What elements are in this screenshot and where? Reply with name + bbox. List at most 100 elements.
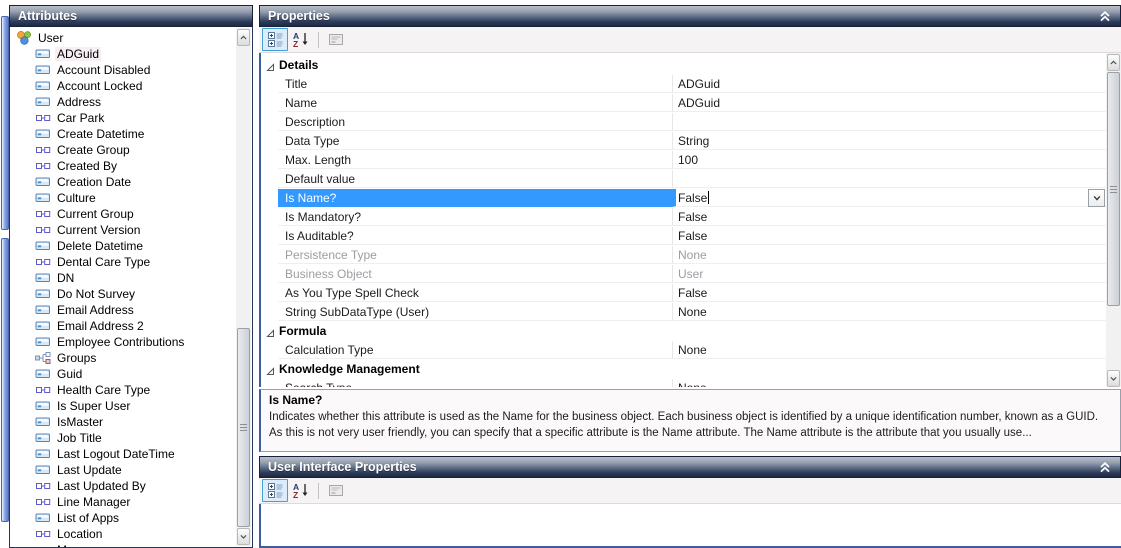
tree-item-location[interactable]: Location	[10, 526, 104, 542]
property-row-as-you-type-spell-check[interactable]: As You Type Spell Check False	[261, 284, 1106, 303]
property-row-description[interactable]: Description	[261, 113, 1106, 132]
tree-item-current-group[interactable]: Current Group	[10, 206, 136, 222]
tree-item-last-update[interactable]: Last Update	[10, 462, 124, 478]
scroll-down-button[interactable]	[237, 528, 250, 545]
property-value[interactable]: 100	[672, 151, 1106, 169]
tree-item-created-by[interactable]: Created By	[10, 158, 119, 174]
property-value[interactable]: User	[672, 265, 1106, 283]
property-value[interactable]	[672, 170, 1106, 188]
value-dropdown-button[interactable]	[1088, 189, 1105, 207]
tree-item-email-address[interactable]: Email Address	[10, 302, 136, 318]
tree-item-employee-contributions[interactable]: Employee Contributions	[10, 334, 186, 350]
category-expander-icon[interactable]	[266, 327, 275, 341]
category-row-details[interactable]: Details	[261, 56, 1106, 75]
property-label[interactable]: Name	[278, 94, 672, 112]
property-label[interactable]: Is Name?	[278, 189, 672, 207]
property-label[interactable]: Search Type	[278, 379, 672, 388]
tree-item-current-version[interactable]: Current Version	[10, 222, 142, 238]
property-value[interactable]: None	[672, 379, 1106, 387]
tree-item-do-not-survey[interactable]: Do Not Survey	[10, 286, 137, 302]
property-label[interactable]: Description	[278, 113, 672, 131]
property-value[interactable]: ADGuid	[672, 94, 1106, 112]
property-label[interactable]: As You Type Spell Check	[278, 284, 672, 302]
property-row-search-type[interactable]: Search Type None	[261, 379, 1106, 387]
property-label[interactable]: String SubDataType (User)	[278, 303, 672, 321]
property-value[interactable]: String	[672, 132, 1106, 150]
property-row-is-mandatory-[interactable]: Is Mandatory? False	[261, 208, 1106, 227]
tree-item-health-care-type[interactable]: Health Care Type	[10, 382, 152, 398]
tree-item-account-locked[interactable]: Account Locked	[10, 78, 144, 94]
property-label[interactable]: Is Auditable?	[278, 227, 672, 245]
tree-item-line-manager[interactable]: Line Manager	[10, 494, 132, 510]
property-value[interactable]: False	[672, 189, 1106, 207]
property-value[interactable]	[672, 113, 1106, 131]
dock-edge-bar[interactable]	[1, 16, 9, 230]
tree-item-last-updated-by[interactable]: Last Updated By	[10, 478, 148, 494]
tree-item-groups[interactable]: Groups	[10, 350, 98, 366]
tree-item-ismaster[interactable]: IsMaster	[10, 414, 105, 430]
tree-item-last-logout-datetime[interactable]: Last Logout DateTime	[10, 446, 177, 462]
property-row-is-name-[interactable]: Is Name? False	[261, 189, 1106, 208]
collapse-panel-icon[interactable]	[1098, 460, 1112, 474]
scroll-thumb[interactable]	[1107, 72, 1120, 306]
property-label[interactable]: Persistence Type	[278, 246, 672, 264]
property-value[interactable]: ADGuid	[672, 75, 1106, 93]
property-row-is-auditable-[interactable]: Is Auditable? False	[261, 227, 1106, 246]
alphabetical-sort-button[interactable]: A Z	[288, 28, 314, 51]
property-label[interactable]: Default value	[278, 170, 672, 188]
property-row-string-subdatatype-user-[interactable]: String SubDataType (User) None	[261, 303, 1106, 322]
scroll-up-button[interactable]	[1107, 54, 1120, 71]
tree-item-guid[interactable]: Guid	[10, 366, 84, 382]
tree-item-creation-date[interactable]: Creation Date	[10, 174, 133, 190]
property-label[interactable]: Title	[278, 75, 672, 93]
tree-item-manager[interactable]: Manager	[10, 542, 106, 547]
property-pages-button[interactable]	[323, 479, 349, 502]
tree-item-list-of-apps[interactable]: List of Apps	[10, 510, 121, 526]
tree-item-email-address-2[interactable]: Email Address 2	[10, 318, 146, 334]
scroll-thumb[interactable]	[237, 328, 250, 527]
tree-item-dental-care-type[interactable]: Dental Care Type	[10, 254, 152, 270]
tree-item-create-group[interactable]: Create Group	[10, 142, 132, 158]
tree-item-job-title[interactable]: Job Title	[10, 430, 104, 446]
property-label[interactable]: Business Object	[278, 265, 672, 283]
property-label[interactable]: Max. Length	[278, 151, 672, 169]
scroll-up-button[interactable]	[237, 29, 250, 46]
tree-item-address[interactable]: Address	[10, 94, 103, 110]
property-value[interactable]: None	[672, 341, 1106, 359]
tree-item-adguid[interactable]: ADGuid	[10, 46, 102, 62]
tree-item-delete-datetime[interactable]: Delete Datetime	[10, 238, 145, 254]
tree-item-culture[interactable]: Culture	[10, 190, 98, 206]
property-row-persistence-type[interactable]: Persistence Type None	[261, 246, 1106, 265]
tree-item-is-super-user[interactable]: Is Super User	[10, 398, 132, 414]
property-row-default-value[interactable]: Default value	[261, 170, 1106, 189]
alphabetical-sort-button[interactable]: A Z	[288, 479, 314, 502]
tree-item-create-datetime[interactable]: Create Datetime	[10, 126, 146, 142]
scroll-down-button[interactable]	[1107, 370, 1120, 387]
property-row-data-type[interactable]: Data Type String	[261, 132, 1106, 151]
tree-item-car-park[interactable]: Car Park	[10, 110, 106, 126]
property-label[interactable]: Calculation Type	[278, 341, 672, 359]
tree-root-user[interactable]: User	[10, 30, 65, 46]
categorized-view-button[interactable]	[262, 28, 288, 51]
category-row-knowledge-management[interactable]: Knowledge Management	[261, 360, 1106, 379]
dock-edge-bar[interactable]	[1, 238, 9, 522]
property-label[interactable]: Is Mandatory?	[278, 208, 672, 226]
property-value[interactable]: None	[672, 246, 1106, 264]
category-row-formula[interactable]: Formula	[261, 322, 1106, 341]
tree-item-dn[interactable]: DN	[10, 270, 76, 286]
property-label[interactable]: Data Type	[278, 132, 672, 150]
property-value[interactable]: False	[672, 227, 1106, 245]
property-row-title[interactable]: Title ADGuid	[261, 75, 1106, 94]
property-grid-scrollbar[interactable]	[1106, 53, 1121, 387]
collapse-panel-icon[interactable]	[1098, 9, 1112, 23]
property-row-name[interactable]: Name ADGuid	[261, 94, 1106, 113]
property-pages-button[interactable]	[323, 28, 349, 51]
property-row-calculation-type[interactable]: Calculation Type None	[261, 341, 1106, 360]
property-value[interactable]: False	[672, 208, 1106, 226]
property-row-business-object[interactable]: Business Object User	[261, 265, 1106, 284]
categorized-view-button[interactable]	[262, 479, 288, 502]
property-row-max-length[interactable]: Max. Length 100	[261, 151, 1106, 170]
category-expander-icon[interactable]	[266, 61, 275, 75]
category-expander-icon[interactable]	[266, 365, 275, 379]
property-value[interactable]: None	[672, 303, 1106, 321]
